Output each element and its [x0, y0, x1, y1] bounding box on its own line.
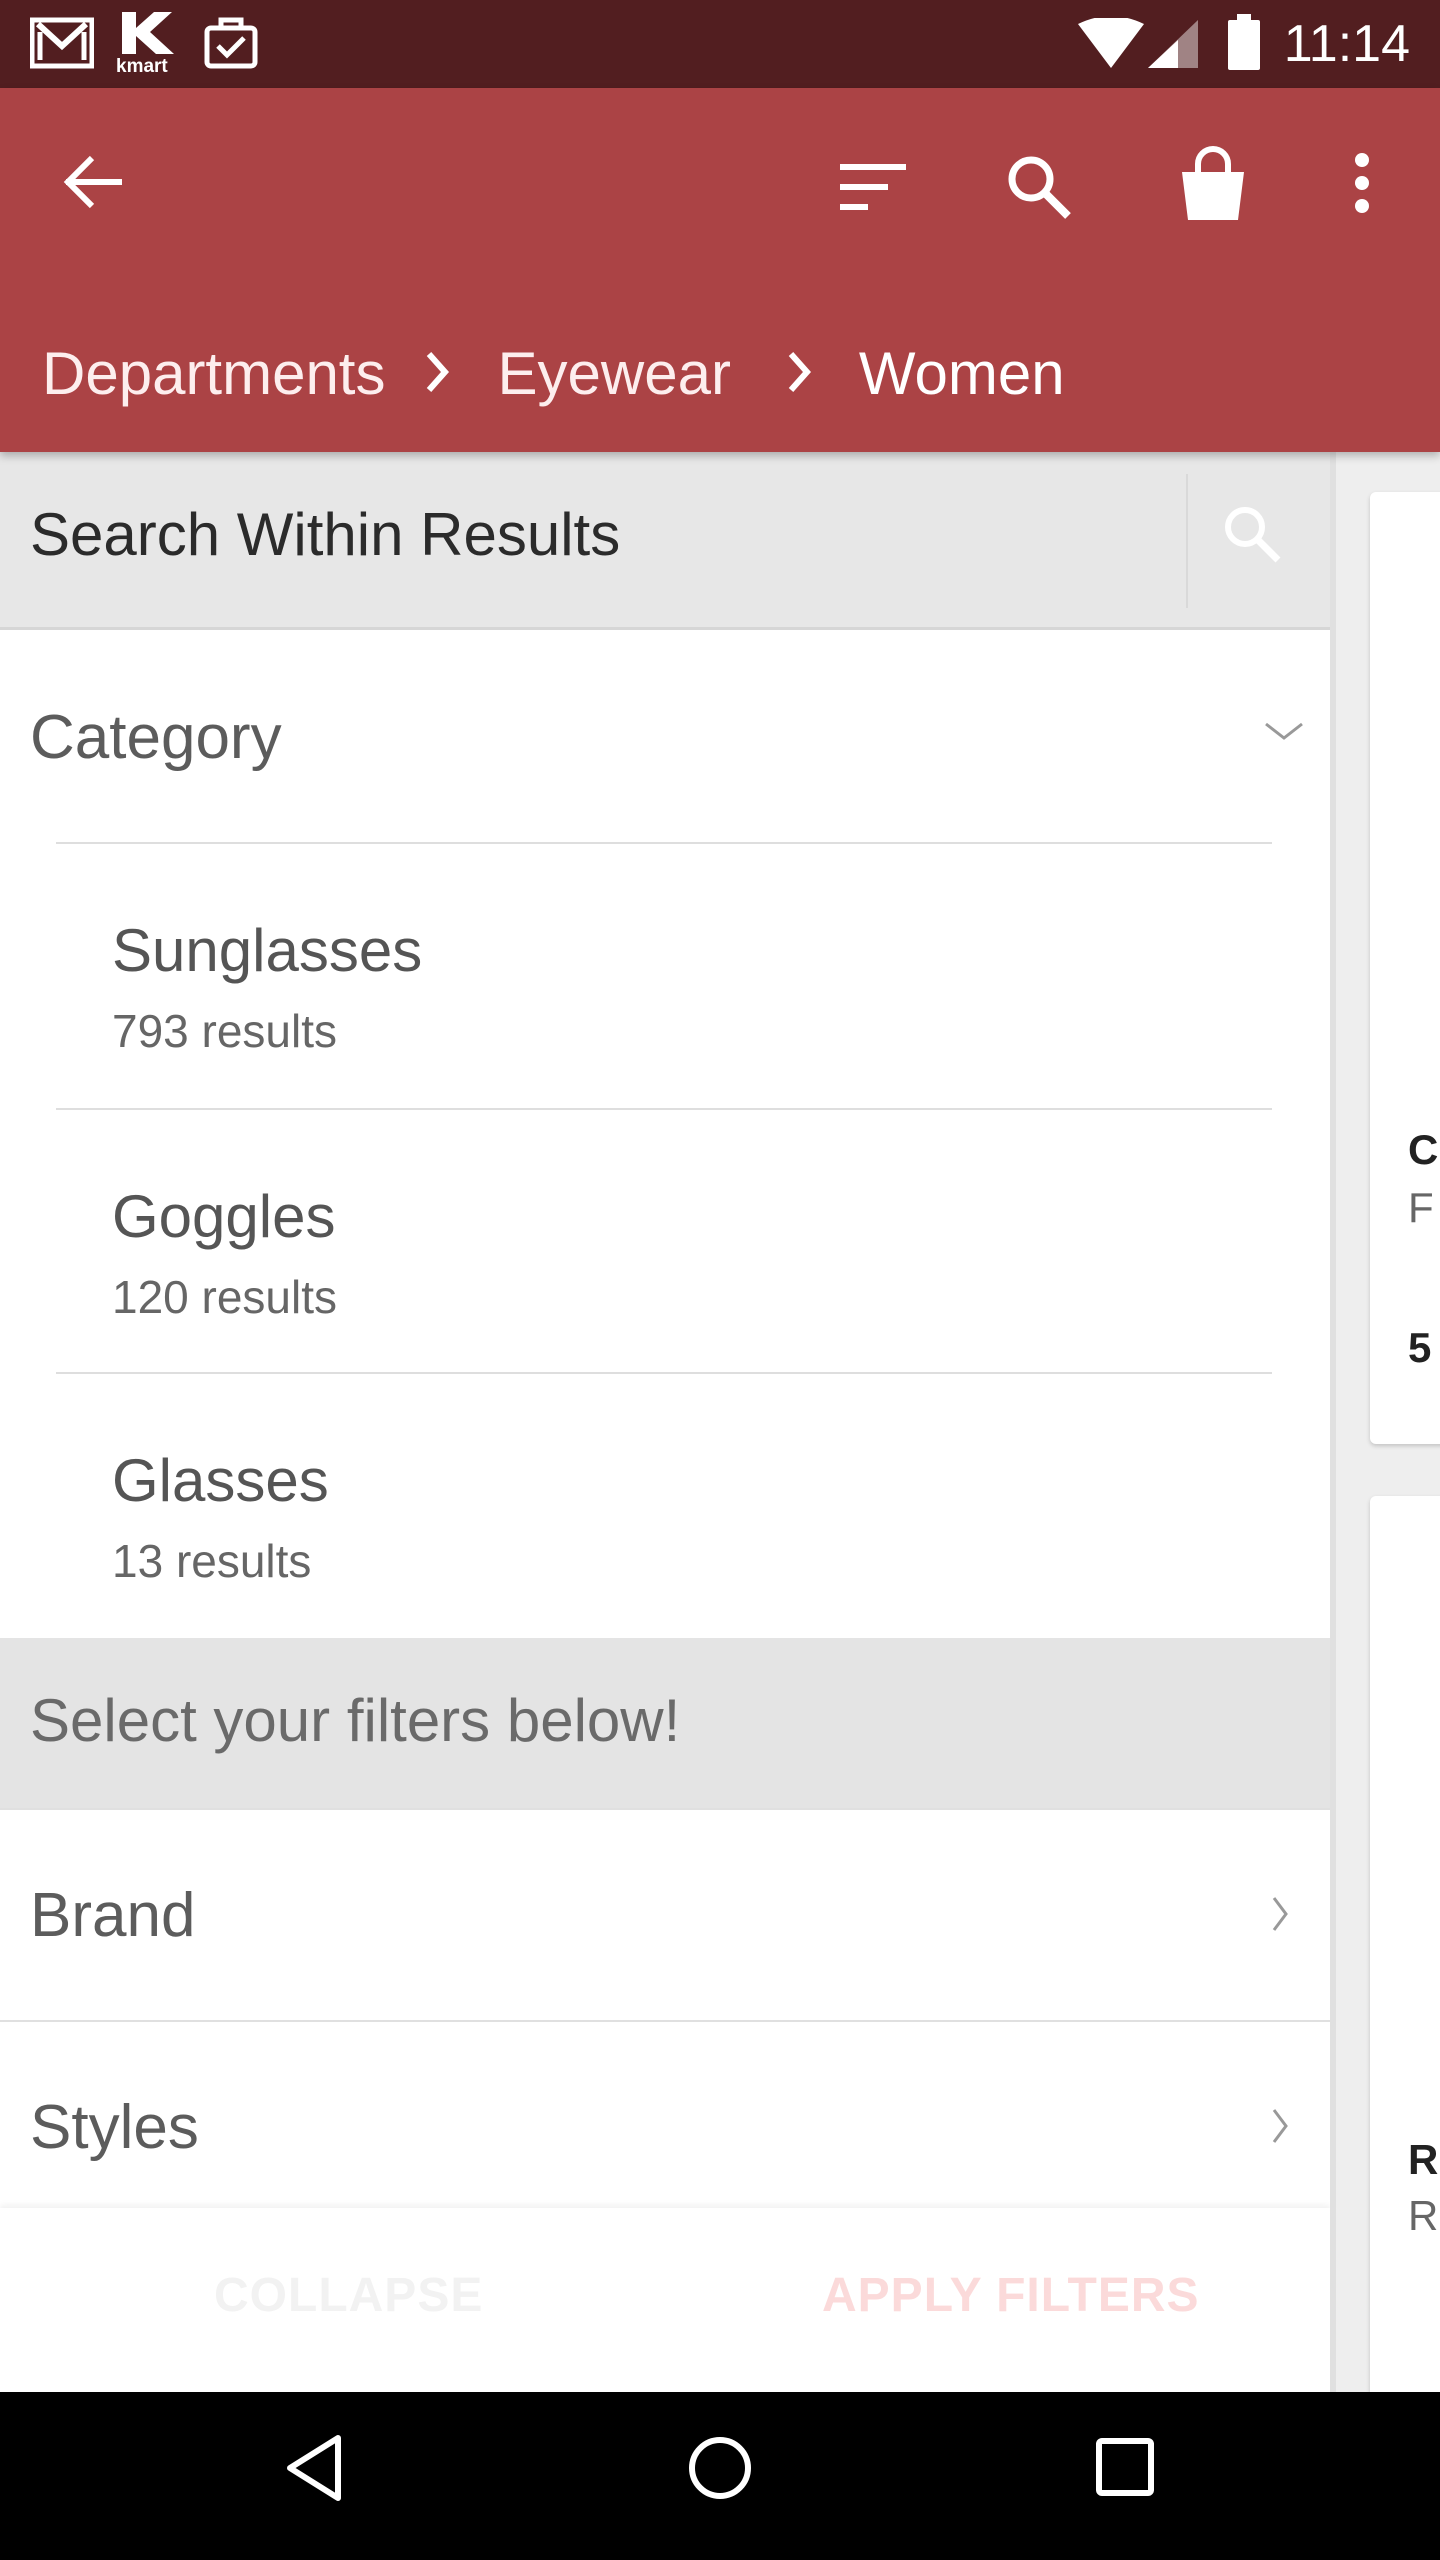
- search-divider: [1186, 474, 1188, 608]
- status-bar: kmart 11:14: [0, 0, 1440, 88]
- back-triangle-icon[interactable]: [284, 2432, 344, 2509]
- category-item-goggles[interactable]: Goggles 120 results: [56, 1108, 1272, 1374]
- clock: 11:14: [1283, 15, 1410, 73]
- chevron-right-icon: [1270, 1894, 1290, 1939]
- category-item-label: Sunglasses: [112, 917, 423, 984]
- battery-icon: [1226, 14, 1262, 75]
- search-icon[interactable]: [1006, 154, 1072, 225]
- home-circle-icon[interactable]: [688, 2436, 752, 2505]
- kmart-logo-text: kmart: [116, 56, 168, 77]
- category-title: Category: [30, 703, 282, 772]
- collapse-button[interactable]: COLLAPSE: [214, 2268, 483, 2323]
- search-input[interactable]: Search Within Results: [30, 500, 620, 569]
- back-arrow-icon[interactable]: [62, 154, 126, 215]
- gmail-icon: [29, 14, 95, 75]
- product-card[interactable]: R R: [1370, 1496, 1440, 2416]
- more-vert-icon[interactable]: [1352, 152, 1372, 219]
- category-item-label: Goggles: [112, 1183, 336, 1250]
- breadcrumb-women[interactable]: Women: [859, 339, 1065, 408]
- chevron-down-icon[interactable]: [1264, 720, 1304, 747]
- filter-panel: Search Within Results Category Sunglasse…: [0, 452, 1330, 2392]
- category-item-sunglasses[interactable]: Sunglasses 793 results: [56, 842, 1272, 1108]
- product-card-title: R: [1408, 2136, 1439, 2183]
- product-card-price: 5: [1408, 1324, 1432, 1371]
- chevron-right-icon: [1270, 2106, 1290, 2151]
- search-within-results[interactable]: Search Within Results: [0, 452, 1330, 630]
- filter-label: Brand: [30, 1881, 196, 1950]
- filter-label: Styles: [30, 2093, 199, 2162]
- filter-actions: COLLAPSE APPLY FILTERS: [0, 2208, 1330, 2392]
- kmart-icon: kmart: [116, 10, 180, 77]
- shopping-bag-icon[interactable]: [1176, 146, 1250, 227]
- wifi-icon: [1078, 16, 1144, 73]
- category-item-label: Glasses: [112, 1447, 329, 1514]
- chevron-right-icon: [425, 339, 451, 408]
- category-header[interactable]: Category: [0, 630, 1330, 840]
- app-bar: Departments Eyewear Women: [0, 88, 1440, 452]
- search-icon[interactable]: [1222, 504, 1282, 569]
- category-item-count: 120 results: [112, 1271, 338, 1323]
- breadcrumb: Departments Eyewear Women: [42, 328, 1065, 418]
- product-card-subtitle: R: [1408, 2192, 1439, 2239]
- system-nav-bar: [0, 2392, 1440, 2560]
- task-icon: [204, 14, 258, 75]
- breadcrumb-eyewear[interactable]: Eyewear: [497, 339, 730, 408]
- filter-row-brand[interactable]: Brand: [0, 1808, 1330, 2020]
- product-list-peek: C F 5 R R: [1330, 452, 1440, 2416]
- recents-square-icon[interactable]: [1096, 2438, 1154, 2501]
- filter-banner-text: Select your filters below!: [30, 1687, 681, 1754]
- category-item-glasses[interactable]: Glasses 13 results: [56, 1372, 1272, 1638]
- breadcrumb-departments[interactable]: Departments: [42, 339, 385, 408]
- chevron-right-icon: [787, 339, 813, 408]
- filter-row-styles[interactable]: Styles: [0, 2020, 1330, 2232]
- apply-filters-button[interactable]: APPLY FILTERS: [822, 2268, 1200, 2323]
- category-item-count: 13 results: [112, 1535, 312, 1587]
- signal-icon: [1148, 20, 1198, 73]
- product-card-title: C: [1408, 1126, 1439, 1173]
- category-item-count: 793 results: [112, 1005, 338, 1057]
- product-card-subtitle: F: [1408, 1184, 1434, 1231]
- product-card[interactable]: C F 5: [1370, 492, 1440, 1444]
- sort-icon[interactable]: [840, 164, 906, 215]
- filter-banner: Select your filters below!: [0, 1638, 1330, 1808]
